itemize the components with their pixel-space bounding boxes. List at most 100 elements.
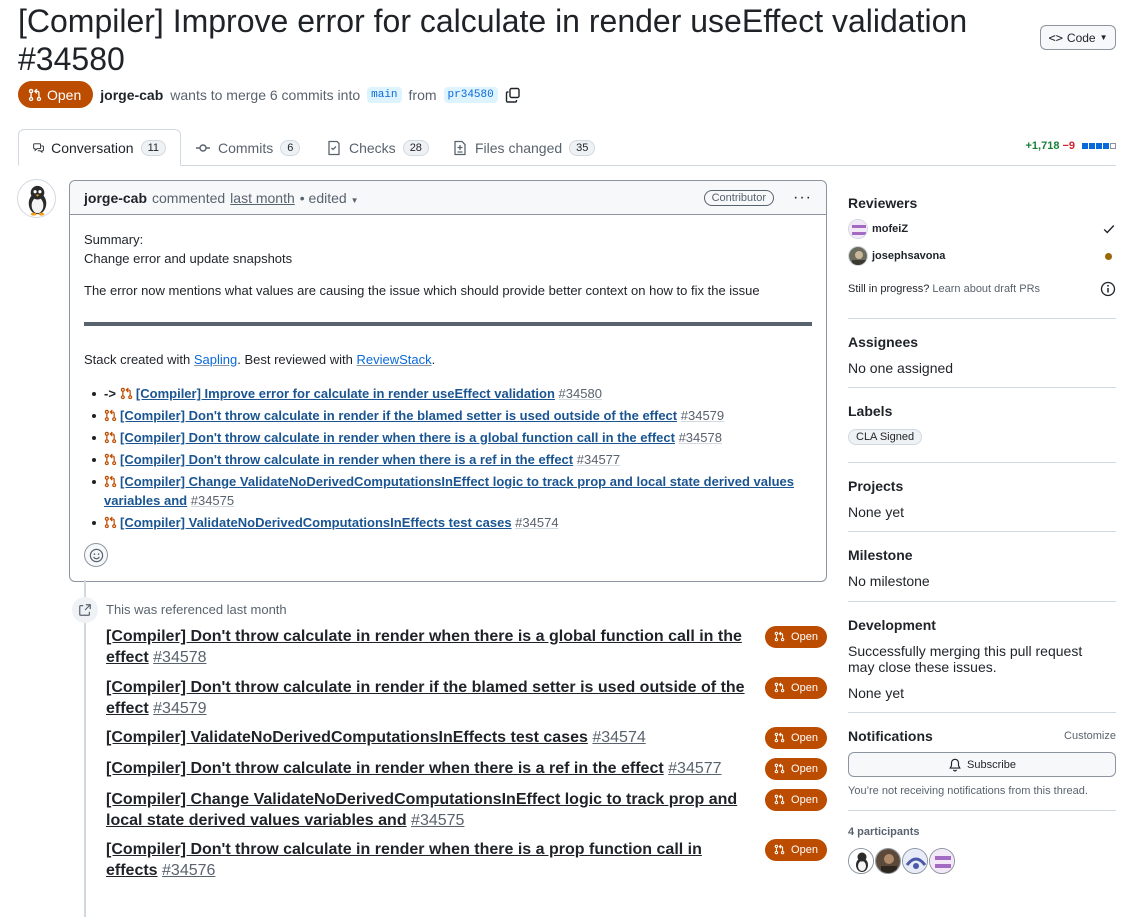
avatar[interactable] [17,179,56,218]
pull-request-icon [104,408,120,423]
diffstat-additions: +1,718 [1025,140,1060,152]
development-title[interactable]: Development [848,617,1116,633]
stack-item-number[interactable]: #34578 [679,430,722,445]
reviewstack-link[interactable]: ReviewStack [356,352,431,367]
tab-counter: 6 [280,139,301,156]
projects-title[interactable]: Projects [848,478,1116,494]
avatar[interactable] [848,848,874,874]
stack-note: Stack created with Sapling. Best reviewe… [84,350,812,369]
tab-label: Files changed [475,139,563,156]
draft-link[interactable]: Learn about draft PRs [932,283,1040,295]
open-state-pill: Open [765,758,827,780]
pull-request-icon [774,763,788,775]
avatar[interactable] [929,848,955,874]
state-badge: Open [18,81,94,108]
pr-title: [Compiler] Improve error for calculate i… [18,2,1018,78]
comment-time[interactable]: last month [230,190,295,206]
tab-commits[interactable]: Commits 6 [195,129,301,166]
milestone-value: No milestone [848,573,930,589]
git-pull-request-icon [28,88,42,101]
code-button[interactable]: <> Code ▼ [1040,25,1116,50]
reference-item[interactable]: [Compiler] Don't throw calculate in rend… [106,626,756,668]
pr-meta: Open jorge-cab wants to merge 6 commits … [18,81,521,108]
participant-avatars [848,848,1116,874]
draft-text: Still in progress? [848,283,930,295]
reference-item[interactable]: [Compiler] Don't throw calculate in rend… [106,677,756,719]
stack-item: [Compiler] Don't throw calculate in rend… [92,428,812,447]
edited-dropdown[interactable]: • edited ▼ [300,190,359,206]
author-link[interactable]: jorge-cab [100,87,163,103]
reference-item[interactable]: [Compiler] Don't throw calculate in rend… [106,758,756,779]
pending-dot-icon [1105,252,1112,260]
reference-item[interactable]: [Compiler] ValidateNoDerivedComputations… [106,727,756,748]
diffstat[interactable]: +1,718 −9 [1025,140,1116,152]
tab-conversation[interactable]: Conversation 11 [18,129,181,166]
stack-item-number[interactable]: #34580 [559,386,602,401]
open-state-label: Open [791,794,818,806]
pull-request-icon [774,682,788,694]
stack-end: . [431,352,436,367]
check-icon [1103,225,1115,234]
open-state-pill: Open [765,839,827,861]
open-state-pill: Open [765,789,827,811]
comment-author[interactable]: jorge-cab [84,190,147,206]
subscribe-label: Subscribe [967,758,1016,771]
customize-link[interactable]: Customize [1064,730,1116,742]
stack-item: [Compiler] Don't throw calculate in rend… [92,450,812,469]
reviewer-name: josephsavona [872,250,946,262]
pull-request-icon [120,386,136,401]
tab-files-changed[interactable]: Files changed 35 [452,129,596,166]
reference-number: #34578 [153,649,207,666]
code-button-label: Code [1066,30,1096,45]
head-branch[interactable]: pr34580 [443,86,498,103]
stack-item-link[interactable]: [Compiler] Don't throw calculate in rend… [120,430,675,445]
comment-body: Summary: Change error and update snapsho… [70,215,826,550]
stack-item-link[interactable]: [Compiler] Improve error for calculate i… [136,386,555,401]
stack-prefix: Stack created with [84,352,191,367]
open-state-label: Open [791,844,818,856]
notification-text: You’re not receiving notifications from … [848,785,1088,797]
stack-item-number[interactable]: #34579 [681,408,724,423]
reviewer-row[interactable]: josephsavona [848,246,1116,266]
kebab-menu-icon[interactable]: ··· [793,189,812,207]
pull-request-icon [104,430,120,445]
divider [84,322,812,326]
reviewers-title[interactable]: Reviewers [848,195,1116,211]
stack-item-number[interactable]: #34575 [191,493,234,508]
pr-title-text: [Compiler] Improve error for calculate i… [18,3,968,39]
avatar[interactable] [902,848,928,874]
comment-header: jorge-cab commented last month • edited … [70,181,826,215]
stack-item: -> [Compiler] Improve error for calculate… [92,384,812,403]
reviewer-row[interactable]: mofeiZ [848,219,1116,239]
reference-item[interactable]: [Compiler] Don't throw calculate in rend… [106,839,756,881]
labels-title[interactable]: Labels [848,403,1116,419]
add-reaction-button[interactable] [84,543,108,567]
milestone-title[interactable]: Milestone [848,547,1116,563]
tab-label: Conversation [51,139,134,156]
sapling-link[interactable]: Sapling [194,352,237,367]
copy-icon[interactable] [505,87,521,103]
labels-section: Labels CLA Signed [848,403,1116,463]
bell-icon [949,758,961,771]
stack-item-number[interactable]: #34577 [577,452,620,467]
pull-request-icon [774,794,788,806]
assignees-title[interactable]: Assignees [848,334,1116,350]
avatar [848,219,868,239]
subscribe-button[interactable]: Subscribe [848,752,1116,777]
stack-item-link[interactable]: [Compiler] Don't throw calculate in rend… [120,408,677,423]
stack-item-link[interactable]: [Compiler] Don't throw calculate in rend… [120,452,573,467]
info-icon[interactable] [1100,281,1116,297]
tab-checks[interactable]: Checks 28 [326,129,429,166]
base-branch[interactable]: main [367,86,402,103]
stack-item-link[interactable]: [Compiler] ValidateNoDerivedComputations… [120,515,512,530]
assignees-section: Assignees No one assigned [848,334,1116,388]
checklist-icon [328,140,340,155]
development-section: Development Successfully merging this pu… [848,617,1116,713]
reference-item[interactable]: [Compiler] Change ValidateNoDerivedCompu… [106,789,756,831]
caret-down-icon: ▼ [350,195,359,205]
avatar[interactable] [875,848,901,874]
projects-section: Projects None yet [848,478,1116,532]
notifications-section: Notifications Customize Subscribe You’re… [848,728,1116,811]
label-badge[interactable]: CLA Signed [848,429,923,445]
stack-item-number[interactable]: #34574 [515,515,558,530]
